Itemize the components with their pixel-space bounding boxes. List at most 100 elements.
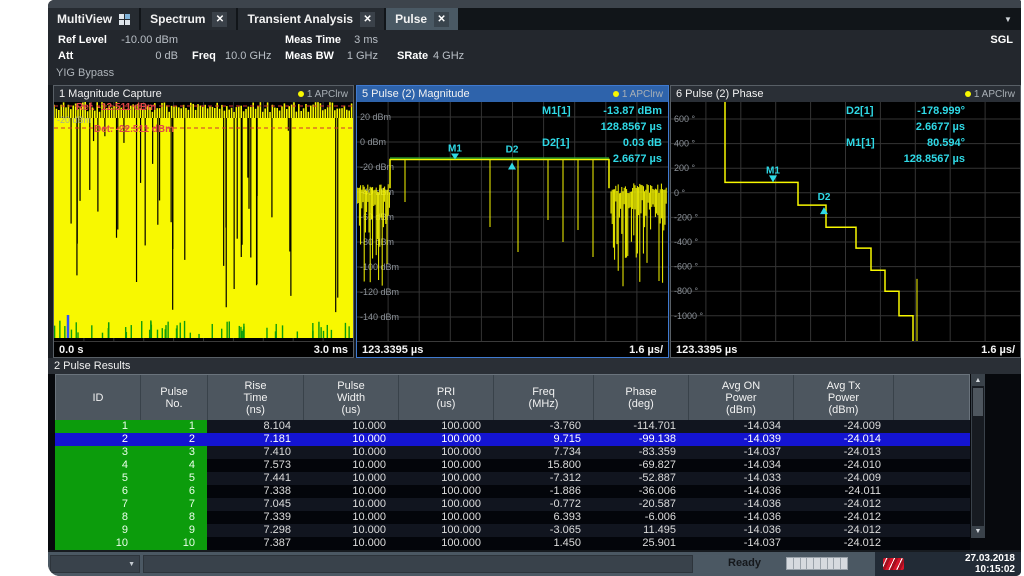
tab-transient-analysis[interactable]: Transient Analysis ✕ bbox=[238, 8, 384, 30]
table-row[interactable]: 447.57310.000100.00015.800-69.827-14.034… bbox=[55, 459, 970, 472]
panel-header[interactable]: 6 Pulse (2) Phase 1 APClrw bbox=[671, 86, 1020, 102]
att-label: Att bbox=[58, 50, 73, 62]
table-row[interactable]: 557.44110.000100.000-7.312-52.887-14.033… bbox=[55, 472, 970, 485]
x-axis-strip: 123.3395 µs 1.6 µs/ bbox=[357, 341, 668, 357]
ref-level-label: Ref Level bbox=[58, 34, 107, 46]
column-header[interactable]: Pulse No. bbox=[141, 375, 208, 420]
row-filler bbox=[893, 485, 970, 498]
trace-legend: 1 APClrw bbox=[298, 89, 348, 100]
value-cell: 100.000 bbox=[398, 498, 493, 511]
svg-text:0 °: 0 ° bbox=[674, 188, 686, 198]
id-cell: 6 bbox=[55, 485, 140, 498]
id-cell: 1 bbox=[55, 420, 140, 433]
column-header[interactable]: Rise Time (ns) bbox=[208, 375, 304, 420]
settings-bar: Ref Level -10.00 dBm Meas Time 3 ms SGL … bbox=[48, 30, 1021, 85]
column-header[interactable]: Avg Tx Power (dBm) bbox=[794, 375, 894, 420]
pulse-results-table: IDPulse No.Rise Time (ns)Pulse Width (us… bbox=[55, 374, 970, 550]
value-cell: -3.760 bbox=[493, 420, 593, 433]
att-value[interactable]: 0 dB bbox=[103, 50, 178, 62]
id-cell: 3 bbox=[140, 446, 207, 459]
freq-label: Freq bbox=[192, 50, 216, 62]
value-cell: -24.012 bbox=[793, 498, 893, 511]
value-cell: 10.000 bbox=[303, 498, 398, 511]
chevron-down-icon[interactable]: ▼ bbox=[1001, 14, 1015, 26]
srate-value[interactable]: 4 GHz bbox=[433, 50, 464, 62]
row-filler bbox=[893, 472, 970, 485]
table-row[interactable]: 887.33910.000100.0006.393-6.006-14.036-2… bbox=[55, 511, 970, 524]
table-row[interactable]: 667.33810.000100.000-1.886-36.006-14.036… bbox=[55, 485, 970, 498]
column-header[interactable]: Freq (MHz) bbox=[494, 375, 594, 420]
table-row[interactable]: 118.10410.000100.000-3.760-114.701-14.03… bbox=[55, 420, 970, 433]
trace-label: 1 APClrw bbox=[307, 89, 348, 100]
table-row[interactable]: 777.04510.000100.000-0.772-20.587-14.036… bbox=[55, 498, 970, 511]
scroll-up-icon[interactable]: ▲ bbox=[972, 375, 984, 386]
value-cell: -69.827 bbox=[593, 459, 688, 472]
row-filler bbox=[893, 511, 970, 524]
svg-text:D2[1]: D2[1] bbox=[542, 137, 570, 149]
close-icon[interactable]: ✕ bbox=[360, 12, 375, 27]
id-cell: 10 bbox=[140, 537, 207, 550]
panel-title: 1 Magnitude Capture bbox=[59, 88, 298, 100]
table-row[interactable]: 10107.38710.000100.0001.45025.901-14.037… bbox=[55, 537, 970, 550]
scrollbar-thumb[interactable] bbox=[973, 388, 983, 416]
id-cell: 4 bbox=[140, 459, 207, 472]
value-cell: 7.338 bbox=[207, 485, 303, 498]
value-cell: 10.000 bbox=[303, 472, 398, 485]
value-cell: -7.312 bbox=[493, 472, 593, 485]
svg-text:600 °: 600 ° bbox=[674, 114, 696, 124]
column-header[interactable]: Avg ON Power (dBm) bbox=[689, 375, 794, 420]
panel-header[interactable]: 1 Magnitude Capture 1 APClrw bbox=[54, 86, 353, 102]
value-cell: -24.009 bbox=[793, 420, 893, 433]
magnitude-capture-chart[interactable]: Ref. -12.511 dBmDet. -22.511 dBm-20 dBm bbox=[54, 102, 353, 341]
table-row[interactable]: 337.41010.000100.0007.734-83.359-14.037-… bbox=[55, 446, 970, 459]
meas-time-value[interactable]: 3 ms bbox=[344, 34, 378, 46]
value-cell: 7.045 bbox=[207, 498, 303, 511]
value-cell: 100.000 bbox=[398, 446, 493, 459]
column-header[interactable]: Phase (deg) bbox=[594, 375, 689, 420]
id-cell: 7 bbox=[140, 498, 207, 511]
tab-pulse[interactable]: Pulse ✕ bbox=[386, 8, 458, 30]
freq-value[interactable]: 10.0 GHz bbox=[225, 50, 271, 62]
svg-text:-120 dBm: -120 dBm bbox=[360, 287, 399, 297]
column-header[interactable]: ID bbox=[56, 375, 141, 420]
value-cell: -14.034 bbox=[688, 420, 793, 433]
column-header[interactable]: Pulse Width (us) bbox=[304, 375, 399, 420]
table-scrollbar[interactable]: ▲ ▼ bbox=[971, 374, 985, 538]
tab-multiview[interactable]: MultiView bbox=[48, 8, 139, 30]
value-cell: 100.000 bbox=[398, 420, 493, 433]
x-start: 123.3395 µs bbox=[676, 344, 737, 356]
close-icon[interactable]: ✕ bbox=[434, 12, 449, 27]
status-bar: ▼ Ready 27.03.2018 10:15:02 bbox=[48, 552, 1021, 576]
results-title: 2 Pulse Results bbox=[48, 358, 1021, 374]
ref-level-value[interactable]: -10.00 dBm bbox=[103, 34, 178, 46]
value-cell: 15.800 bbox=[493, 459, 593, 472]
sweep-mode-badge: SGL bbox=[990, 34, 1013, 46]
close-icon[interactable]: ✕ bbox=[212, 12, 227, 27]
table-row[interactable]: 997.29810.000100.000-3.06511.495-14.036-… bbox=[55, 524, 970, 537]
svg-text:D2: D2 bbox=[506, 145, 519, 156]
pulse-results-section: 2 Pulse Results IDPulse No.Rise Time (ns… bbox=[48, 358, 1021, 550]
status-dropdown[interactable]: ▼ bbox=[50, 555, 140, 573]
svg-text:0.03 dB: 0.03 dB bbox=[623, 137, 662, 149]
value-cell: -99.138 bbox=[593, 433, 688, 446]
row-filler bbox=[893, 459, 970, 472]
column-header[interactable]: PRI (us) bbox=[399, 375, 494, 420]
pulse-magnitude-chart[interactable]: 20 dBm0 dBm-20 dBm-40 dBm-60 dBm-80 dBm-… bbox=[357, 102, 668, 341]
panel-header[interactable]: 5 Pulse (2) Magnitude 1 APClrw bbox=[357, 86, 668, 102]
value-cell: 100.000 bbox=[398, 472, 493, 485]
tab-spectrum[interactable]: Spectrum ✕ bbox=[141, 8, 236, 30]
id-cell: 4 bbox=[55, 459, 140, 472]
table-row[interactable]: 227.18110.000100.0009.715-99.138-14.039-… bbox=[55, 433, 970, 446]
value-cell: -52.887 bbox=[593, 472, 688, 485]
chevron-down-icon: ▼ bbox=[128, 561, 135, 568]
meas-bw-value[interactable]: 1 GHz bbox=[344, 50, 378, 62]
svg-text:-400 °: -400 ° bbox=[674, 237, 699, 247]
row-filler bbox=[893, 498, 970, 511]
window-top-strip bbox=[48, 0, 1021, 8]
svg-text:M1: M1 bbox=[448, 144, 462, 155]
trace-legend: 1 APClrw bbox=[965, 89, 1015, 100]
panel-magnitude-capture: 1 Magnitude Capture 1 APClrw Ref. -12.51… bbox=[53, 85, 354, 358]
pulse-phase-chart[interactable]: 600 °400 °200 °0 °-200 °-400 °-600 °-800… bbox=[671, 102, 1020, 341]
id-cell: 7 bbox=[55, 498, 140, 511]
scroll-down-icon[interactable]: ▼ bbox=[972, 526, 984, 537]
